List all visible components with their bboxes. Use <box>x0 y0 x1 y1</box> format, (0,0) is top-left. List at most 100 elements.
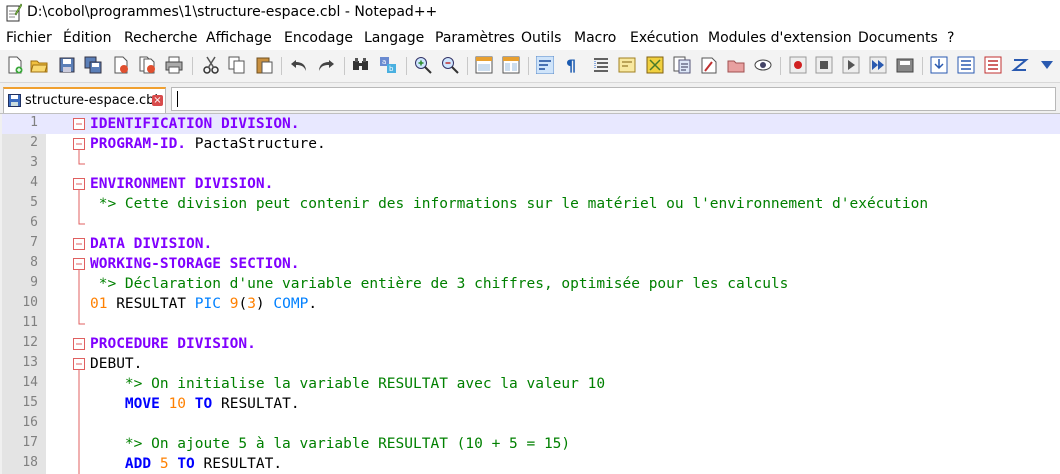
play-macro-icon[interactable] <box>842 56 860 74</box>
code-text: IDENTIFICATION DIVISION. <box>90 116 300 132</box>
menu-parametres[interactable]: Paramètres <box>435 30 515 46</box>
doc-list-icon[interactable] <box>727 56 745 74</box>
code-token: COMP <box>273 296 309 312</box>
new-file-icon[interactable] <box>6 56 24 74</box>
menu-help[interactable]: ? <box>947 30 954 46</box>
line-number: 8 <box>30 255 38 270</box>
menu-documents[interactable]: Documents <box>858 30 938 46</box>
menu-fichier[interactable]: Fichier <box>6 30 52 46</box>
zoom-in-icon[interactable] <box>414 56 432 74</box>
run-macro-multiple-icon[interactable] <box>869 56 887 74</box>
code-line[interactable]: 13 DEBUT. <box>2 354 1060 374</box>
undo-icon[interactable] <box>290 56 308 74</box>
code-line[interactable]: 4 ENVIRONMENT DIVISION. <box>2 174 1060 194</box>
code-line[interactable]: 18 ADD 5 TO RESULTAT. <box>2 454 1060 474</box>
sync-horizontal-icon[interactable] <box>502 56 520 74</box>
svg-text:b: b <box>389 65 394 73</box>
line-number: 18 <box>22 455 38 470</box>
tab-structure-espace[interactable]: structure-espace.cbl × <box>3 87 166 113</box>
text-caret <box>177 91 178 107</box>
paste-icon[interactable] <box>255 56 273 74</box>
menu-edition[interactable]: Édition <box>63 30 111 46</box>
code-line[interactable]: 12 PROCEDURE DIVISION. <box>2 334 1060 354</box>
code-text: 01 RESULTAT PIC 9(3) COMP. <box>90 296 317 312</box>
code-editor[interactable]: 1 IDENTIFICATION DIVISION. 2 PROGRAM-ID. Pa… <box>2 114 1060 474</box>
code-token: TO <box>194 396 213 412</box>
line-number: 14 <box>22 375 38 390</box>
code-token: 01 <box>90 296 108 312</box>
code-line[interactable]: 17 *> On ajoute 5 à la variable RESULTAT… <box>2 434 1060 454</box>
zoom-out-icon[interactable] <box>441 56 459 74</box>
save-icon[interactable] <box>58 56 76 74</box>
menu-encodage[interactable]: Encodage <box>284 30 353 46</box>
toolbar-separator <box>406 57 407 75</box>
menu-langage[interactable]: Langage <box>364 30 424 46</box>
replace-icon[interactable]: ab <box>379 56 397 74</box>
code-line[interactable]: 7 DATA DIVISION. <box>2 234 1060 254</box>
svg-text:a: a <box>382 58 386 66</box>
find-icon[interactable] <box>352 56 370 74</box>
code-line[interactable]: 9 *> Déclaration d'une variable entière … <box>2 274 1060 294</box>
code-token: 3 <box>247 296 256 312</box>
extra-4-icon[interactable] <box>1011 56 1029 74</box>
code-line[interactable]: 5 *> Cette division peut contenir des in… <box>2 194 1060 214</box>
code-token: PROGRAM-ID. <box>90 136 187 152</box>
copy-icon[interactable] <box>228 56 246 74</box>
code-line[interactable]: 2 PROGRAM-ID. PactaStructure. <box>2 134 1060 154</box>
cut-icon[interactable] <box>202 56 220 74</box>
extra-2-icon[interactable] <box>957 56 975 74</box>
code-line[interactable]: 8 WORKING-STORAGE SECTION. <box>2 254 1060 274</box>
tab-close-icon[interactable]: × <box>152 95 163 106</box>
code-token: RESULTAT <box>107 296 195 312</box>
record-macro-icon[interactable] <box>789 56 807 74</box>
code-line[interactable]: 16 <box>2 414 1060 434</box>
line-number: 1 <box>30 115 38 130</box>
menu-recherche[interactable]: Recherche <box>124 30 198 46</box>
word-wrap-icon[interactable] <box>536 56 554 74</box>
code-line[interactable]: 6 <box>2 214 1060 234</box>
code-line[interactable]: 15 MOVE 10 TO RESULTAT. <box>2 394 1060 414</box>
menu-modules-extension[interactable]: Modules d'extension <box>708 30 852 46</box>
tab-label: structure-espace.cbl <box>25 93 158 108</box>
monitoring-icon[interactable] <box>754 56 772 74</box>
folder-workspace-icon[interactable] <box>700 56 718 74</box>
save-all-icon[interactable] <box>84 56 102 74</box>
code-token: RESULTAT. <box>212 396 300 412</box>
stop-macro-icon[interactable] <box>815 56 833 74</box>
extra-3-icon[interactable] <box>984 56 1002 74</box>
sync-vertical-icon[interactable] <box>475 56 493 74</box>
code-text: ADD 5 TO RESULTAT. <box>90 456 282 472</box>
code-line[interactable]: 14 *> On initialise la variable RESULTAT… <box>2 374 1060 394</box>
menu-execution[interactable]: Exécution <box>630 30 699 46</box>
show-all-chars-icon[interactable]: ¶ <box>566 56 584 75</box>
save-macro-icon[interactable] <box>896 56 914 74</box>
toolbar-separator <box>467 57 468 75</box>
fold-margin <box>73 118 85 474</box>
code-token: PactaStructure. <box>186 136 326 152</box>
menu-affichage[interactable]: Affichage <box>206 30 272 46</box>
extra-1-icon[interactable] <box>930 56 948 74</box>
code-line[interactable]: 11 <box>2 314 1060 334</box>
redo-icon[interactable] <box>317 56 335 74</box>
menu-outils[interactable]: Outils <box>521 30 561 46</box>
code-text: *> On ajoute 5 à la variable RESULTAT (1… <box>90 436 570 452</box>
user-language-icon[interactable] <box>618 56 636 74</box>
code-line[interactable]: 3 <box>2 154 1060 174</box>
close-all-icon[interactable] <box>138 56 156 74</box>
close-icon[interactable] <box>112 56 130 74</box>
extra-5-icon[interactable] <box>1038 56 1056 74</box>
line-number: 7 <box>30 235 38 250</box>
print-icon[interactable] <box>165 56 183 74</box>
code-line[interactable]: 1 IDENTIFICATION DIVISION. <box>2 114 1060 134</box>
function-list-icon[interactable] <box>673 56 691 74</box>
code-token: DATA DIVISION. <box>90 236 213 252</box>
doc-map-icon[interactable] <box>646 56 664 74</box>
indent-guide-icon[interactable] <box>592 56 610 74</box>
line-number: 15 <box>22 395 38 410</box>
open-file-icon[interactable] <box>30 56 48 74</box>
code-line[interactable]: 10 01 RESULTAT PIC 9(3) COMP. <box>2 294 1060 314</box>
menu-macro[interactable]: Macro <box>574 30 616 46</box>
